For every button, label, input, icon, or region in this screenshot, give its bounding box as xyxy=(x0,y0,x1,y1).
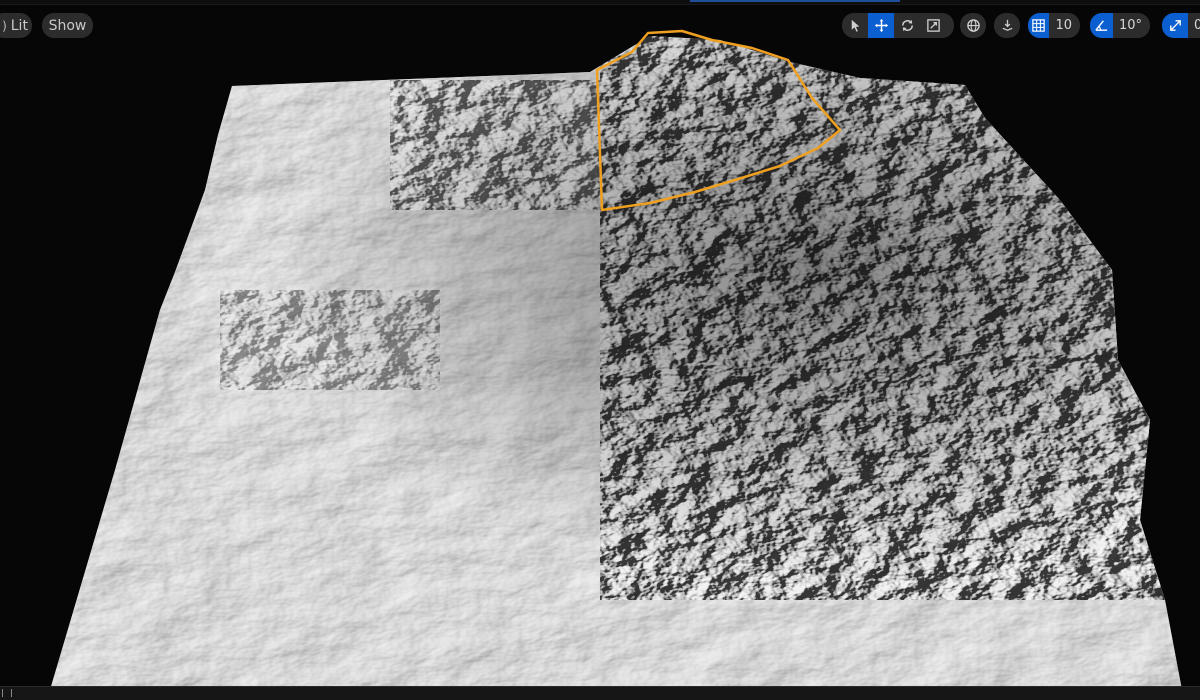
grid-snap-value[interactable]: 10 xyxy=(1049,18,1080,33)
terrain-render[interactable] xyxy=(0,0,1200,699)
rotate-tool-button[interactable] xyxy=(894,13,920,38)
viewport-status-bar xyxy=(0,686,1200,700)
show-label: Show xyxy=(48,17,87,34)
scale-snap-value[interactable]: 0 xyxy=(1188,18,1200,33)
rotation-snap-value[interactable]: 10° xyxy=(1113,18,1150,33)
grid-snap-group: 10 xyxy=(1028,13,1080,38)
view-mode-button[interactable]: ) Lit xyxy=(0,13,32,38)
scale-tool-button[interactable] xyxy=(920,13,946,38)
rotation-snap-icon xyxy=(1095,20,1108,31)
surface-snap-group xyxy=(994,13,1020,38)
level-viewport[interactable] xyxy=(0,0,1200,699)
show-menu-button[interactable]: Show xyxy=(42,13,93,38)
move-tool-button[interactable] xyxy=(868,13,894,38)
world-space-button[interactable] xyxy=(960,13,986,38)
grid-snap-icon xyxy=(1032,19,1045,32)
scale-snap-icon xyxy=(1169,20,1181,31)
landscape-mesh[interactable] xyxy=(0,0,1200,699)
active-tab-accent xyxy=(690,0,900,2)
rotation-snap-button[interactable] xyxy=(1090,13,1113,38)
scale-snap-button[interactable] xyxy=(1162,13,1188,38)
chevron-icon: ) xyxy=(2,18,7,33)
scale-snap-group: 0 xyxy=(1162,13,1200,38)
select-tool-button[interactable] xyxy=(842,13,868,38)
rotate-icon xyxy=(901,19,913,32)
transform-tools-group xyxy=(842,13,954,38)
surface-snap-button[interactable] xyxy=(994,13,1020,38)
rotation-snap-group: 10° xyxy=(1090,13,1150,38)
move-icon xyxy=(874,18,888,33)
surface-snap-icon xyxy=(1002,19,1012,31)
pause-icon xyxy=(2,689,12,697)
viewport-top-border xyxy=(0,0,1200,5)
view-mode-label: Lit xyxy=(10,17,28,34)
world-space-group xyxy=(960,13,986,38)
world-space-icon xyxy=(966,19,980,32)
scale-icon xyxy=(926,19,940,32)
select-icon xyxy=(851,19,859,32)
grid-snap-button[interactable] xyxy=(1028,13,1050,38)
